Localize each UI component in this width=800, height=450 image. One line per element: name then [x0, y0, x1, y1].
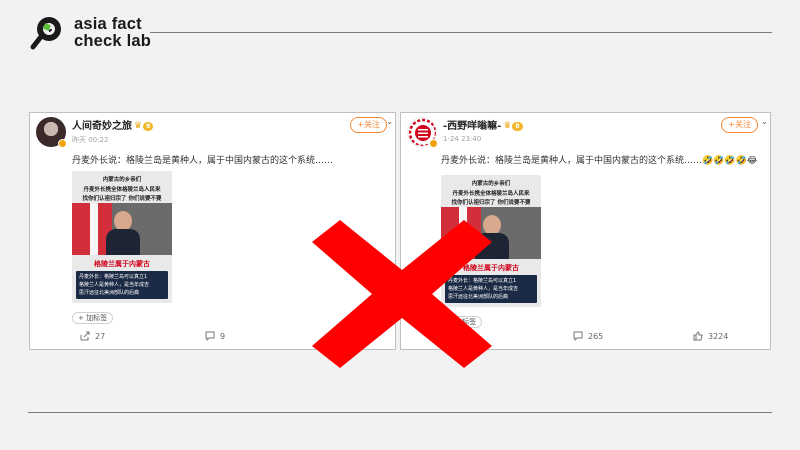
comment-button[interactable]: 9 [205, 331, 225, 341]
bottom-divider [28, 412, 772, 413]
subtitle-line: 丹麦外长：格陵兰岛可以真立1 [79, 274, 148, 280]
thumb-title-3: 找你们认祖归宗了 你们说要不要 [451, 200, 531, 206]
thumb-title-1: 内蒙古的乡亲们 [471, 181, 511, 187]
thumbs-up-icon [693, 331, 703, 341]
chevron-down-icon[interactable]: ⌄ [386, 117, 393, 126]
brand-line-1: asia fact [74, 15, 142, 33]
comment-icon [205, 331, 215, 341]
like-count: 3224 [708, 331, 729, 341]
username-text[interactable]: -西野咩嗡嘛- [443, 121, 501, 132]
top-divider [150, 32, 772, 33]
comment-count: 265 [588, 331, 604, 341]
follow-button[interactable]: +关注 [350, 117, 387, 133]
verified-badge-icon [429, 139, 438, 148]
share-count: 27 [95, 331, 106, 341]
post-timestamp: 昨天 00:22 [72, 136, 109, 144]
brand-header: asia fact check lab [28, 14, 151, 52]
comment-button[interactable]: 265 [573, 331, 603, 341]
chevron-down-icon[interactable]: ⌄ [761, 117, 768, 126]
post-text: 丹麦外长说：格陵兰岛是黄种人，属于中国内蒙古的这个系统…… [72, 156, 334, 166]
post-text: 丹麦外长说：格陵兰岛是黄种人，属于中国内蒙古的这个系统……🤣🤣🤣🤣😂 [441, 156, 758, 166]
slide: asia fact check lab 人间奇妙之旅 ♛ 8 昨天 00:22 +关… [0, 0, 800, 450]
username-text[interactable]: 人间奇妙之旅 [72, 121, 132, 132]
share-icon [80, 331, 90, 341]
thumb-title-2: 丹麦外长携全体格陵兰岛人民来 [83, 187, 161, 193]
level-badge: 8 [143, 121, 154, 131]
red-x-mark-icon [312, 220, 492, 368]
post-timestamp: 1-24 23:40 [443, 135, 482, 143]
thumb-title-3: 找你们认祖归宗了 你们说要不要 [82, 196, 162, 202]
username[interactable]: -西野咩嗡嘛- ♛ 8 [443, 117, 523, 132]
share-button[interactable]: 27 [80, 331, 105, 341]
brand-line-2: check lab [74, 32, 152, 50]
verified-badge-icon [58, 139, 67, 148]
comment-count: 9 [220, 331, 226, 341]
magnifier-logo-icon [28, 14, 66, 52]
thumb-red-caption: 格陵兰属于内蒙古 [94, 260, 150, 268]
subtitle-box: 丹麦外长：格陵兰岛可以真立1 格陵兰人是黄种人，是当年成吉 思汗远征北美洲部队的… [76, 271, 168, 299]
thumb-title-2: 丹麦外长携全体格陵兰岛人民来 [452, 191, 530, 197]
subtitle-line: 格陵兰人是黄种人，是当年成吉 [79, 282, 150, 288]
subtitle-line: 思汗远征北美洲部队的后裔 [79, 290, 140, 296]
brand-name: asia fact check lab [74, 16, 151, 50]
video-thumbnail[interactable]: 内蒙古的乡亲们 丹麦外长携全体格陵兰岛人民来 找你们认祖归宗了 你们说要不要 格… [72, 171, 172, 303]
crown-icon: ♛ [503, 121, 512, 131]
comment-icon [573, 331, 583, 341]
add-tag-button[interactable]: + 加标签 [72, 312, 114, 324]
username[interactable]: 人间奇妙之旅 ♛ 8 [72, 117, 154, 132]
thumb-title-1: 内蒙古的乡亲们 [102, 177, 142, 183]
level-badge: 8 [512, 121, 523, 131]
crown-icon: ♛ [134, 121, 143, 131]
like-button[interactable]: 3224 [693, 331, 728, 341]
speaker-figure [106, 211, 140, 255]
follow-button[interactable]: +关注 [721, 117, 758, 133]
